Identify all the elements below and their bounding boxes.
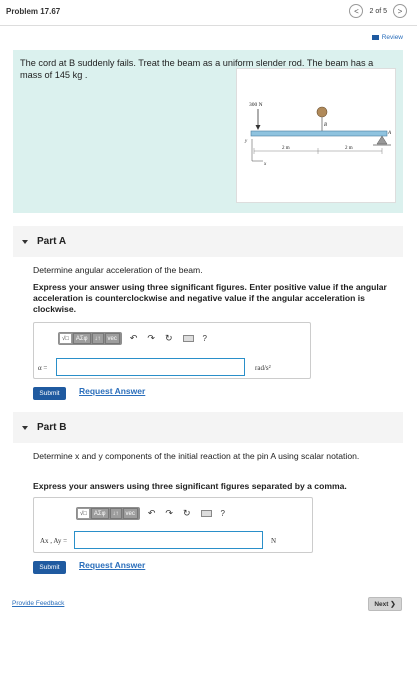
force-arrowhead [255, 125, 261, 130]
axis-x-label: x [263, 162, 267, 167]
reset-icon[interactable]: ↻ [183, 508, 191, 519]
reaction-components-input[interactable] [74, 531, 263, 549]
cord-support [316, 106, 328, 118]
greek-button[interactable]: AΣφ [72, 333, 91, 344]
part-b-submit-button[interactable]: Submit [33, 561, 66, 574]
arrows-button[interactable]: ↓↑ [109, 508, 122, 519]
help-button[interactable]: ? [203, 334, 207, 343]
keyboard-icon[interactable] [182, 335, 194, 342]
reaction-components-label: Ax , Ay = [40, 537, 68, 545]
part-b-question: Determine x and y components of the init… [33, 451, 360, 461]
part-b-toolbar-group: √□ AΣφ ↓↑ vec [76, 507, 140, 520]
part-a-label: Part A [37, 236, 67, 247]
dimension-label-2: 2 m [345, 146, 353, 151]
collapse-caret-icon [22, 239, 28, 244]
alpha-label: α = [38, 364, 48, 372]
problem-statement-panel: The cord at B suddenly fails. Treat the … [13, 50, 403, 213]
previous-problem-button[interactable]: < [349, 4, 364, 18]
vec-button[interactable]: vec [122, 508, 138, 519]
templates-button[interactable]: √□ [77, 508, 90, 519]
force-label: 300 N [249, 102, 263, 108]
axis-y-label: y [244, 139, 248, 144]
beam [250, 130, 388, 137]
part-b-instructions: Express your answers using three signifi… [33, 481, 347, 491]
pager: < 2 of 5 > [349, 4, 407, 18]
part-a-math-toolbar: √□ AΣφ ↓↑ vec ↶ ↷ ↻ ? [58, 332, 207, 345]
part-a-submit-button[interactable]: Submit [33, 387, 66, 400]
part-a-answer-box: √□ AΣφ ↓↑ vec ↶ ↷ ↻ ? α = rad/s² [33, 322, 311, 379]
next-problem-button[interactable]: > [393, 4, 407, 18]
part-a-request-answer-link[interactable]: Request Answer [79, 386, 145, 396]
problem-title: Problem 17.67 [6, 7, 61, 16]
review-link[interactable]: Review [371, 34, 403, 41]
collapse-caret-icon [22, 425, 28, 430]
part-b-unit: N [271, 537, 277, 545]
review-label: Review [381, 34, 403, 41]
point-a-label: A [387, 131, 392, 136]
part-a-unit: rad/s² [255, 364, 271, 372]
part-a-question: Determine angular acceleration of the be… [33, 265, 203, 275]
review-icon [371, 35, 379, 40]
dimension-label-1: 2 m [282, 146, 290, 151]
reset-icon[interactable]: ↻ [165, 333, 173, 344]
part-b-math-toolbar: √□ AΣφ ↓↑ vec ↶ ↷ ↻ ? [76, 507, 225, 520]
point-b-label: B [324, 123, 327, 128]
templates-button[interactable]: √□ [59, 333, 72, 344]
provide-feedback-link[interactable]: Provide Feedback [12, 600, 64, 607]
help-button[interactable]: ? [221, 509, 225, 518]
next-button[interactable]: Next ❯ [368, 597, 402, 611]
beam-diagram: 300 N B A 2 m 2 m y x [244, 102, 392, 167]
part-a-toolbar-group: √□ AΣφ ↓↑ vec [58, 332, 122, 345]
vec-button[interactable]: vec [104, 333, 120, 344]
undo-icon[interactable]: ↶ [130, 333, 138, 344]
part-b-label: Part B [37, 422, 67, 433]
part-a-instructions: Express your answer using three signific… [33, 282, 387, 314]
beam-figure: 300 N B A 2 m 2 m y x [236, 68, 396, 203]
pager-text: 2 of 5 [369, 7, 387, 15]
part-b-request-answer-link[interactable]: Request Answer [79, 560, 145, 570]
part-a-header[interactable]: Part A [13, 226, 403, 257]
redo-icon[interactable]: ↷ [165, 508, 173, 519]
part-b-answer-box: √□ AΣφ ↓↑ vec ↶ ↷ ↻ ? Ax , Ay = N [33, 497, 313, 553]
keyboard-icon[interactable] [200, 510, 212, 517]
undo-icon[interactable]: ↶ [148, 508, 156, 519]
redo-icon[interactable]: ↷ [147, 333, 155, 344]
top-bar: Problem 17.67 < 2 of 5 > [0, 0, 417, 26]
angular-acceleration-input[interactable] [56, 358, 245, 376]
pin-support [376, 135, 388, 145]
greek-button[interactable]: AΣφ [90, 508, 109, 519]
arrows-button[interactable]: ↓↑ [91, 333, 104, 344]
part-b-header[interactable]: Part B [13, 412, 403, 443]
